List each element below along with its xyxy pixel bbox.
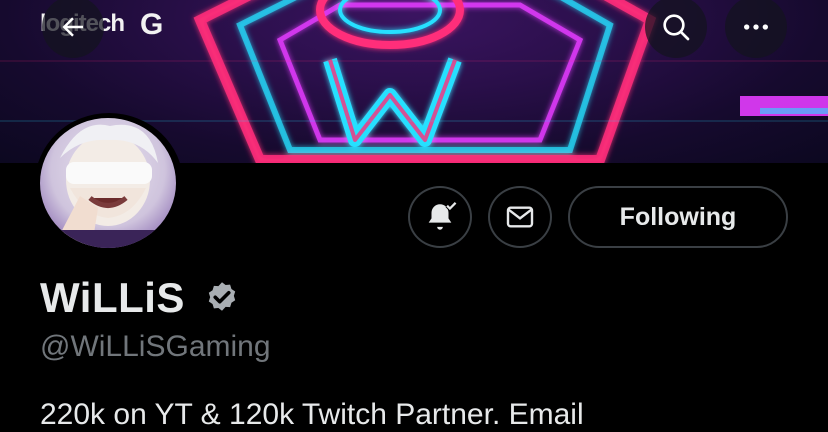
profile-handle: @WiLLiSGaming: [40, 330, 271, 363]
banner-brand-mark: G: [140, 8, 164, 41]
mail-icon: [506, 206, 534, 228]
avatar-image: [40, 124, 176, 248]
search-icon: [663, 14, 690, 41]
following-button[interactable]: Following: [568, 186, 788, 248]
bell-check-icon: [428, 201, 457, 230]
notifications-button[interactable]: [408, 186, 472, 248]
profile-display-name: WiLLiS: [40, 274, 185, 321]
message-button[interactable]: [488, 186, 552, 248]
more-icon: [744, 24, 768, 30]
verified-badge-icon[interactable]: [204, 280, 240, 316]
profile-bio: 220k on YT & 120k Twitch Partner. Email: [40, 398, 584, 431]
back-arrow-icon: [62, 17, 83, 37]
avatar[interactable]: [40, 118, 176, 248]
